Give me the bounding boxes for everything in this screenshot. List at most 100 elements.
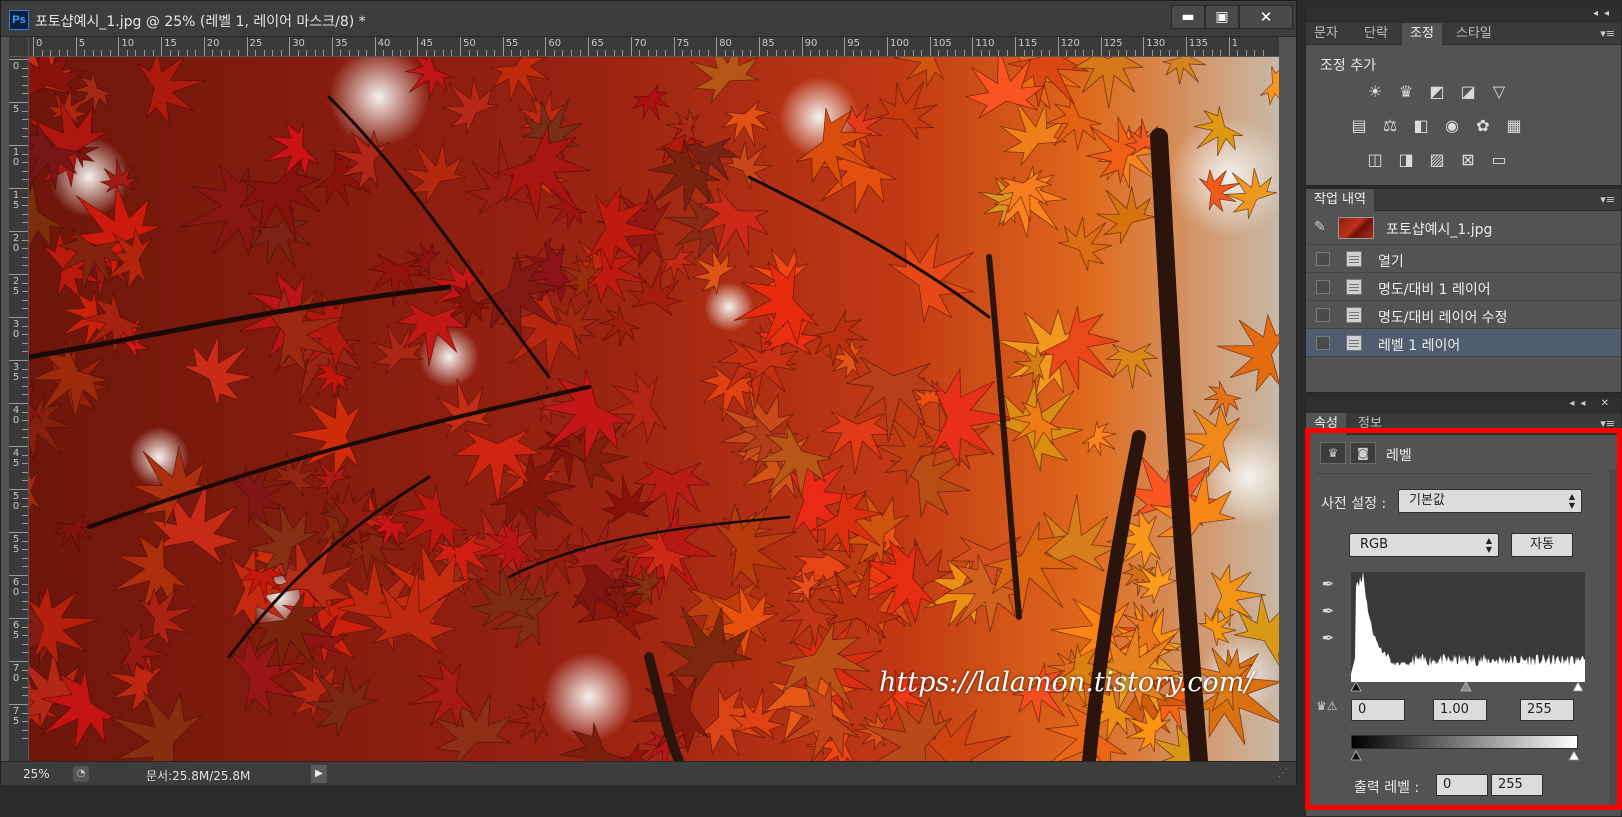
levels-icon[interactable]: ♛ xyxy=(1395,80,1417,102)
ruler-tick xyxy=(1057,37,1059,56)
tab-info[interactable]: 정보 xyxy=(1350,413,1390,435)
selective-color-icon[interactable]: ⊠ xyxy=(1457,148,1479,170)
ruler-minor-tick xyxy=(22,222,28,224)
output-white-field[interactable]: 255 xyxy=(1491,774,1543,796)
ruler-minor-tick xyxy=(22,136,28,138)
ruler-tick xyxy=(417,37,419,56)
output-white-handle[interactable] xyxy=(1568,750,1580,761)
black-white-icon[interactable]: ◧ xyxy=(1410,114,1432,136)
invert-icon[interactable]: ◫ xyxy=(1364,148,1386,170)
exposure-icon[interactable]: ◪ xyxy=(1457,80,1479,102)
properties-scrollbar[interactable] xyxy=(1609,469,1619,809)
input-levels-slider[interactable] xyxy=(1351,680,1585,692)
input-white-field[interactable]: 255 xyxy=(1520,699,1574,721)
tab-paragraph[interactable]: 단락 xyxy=(1356,23,1396,45)
input-gamma-field[interactable]: 1.00 xyxy=(1433,699,1487,721)
color-balance-icon[interactable]: ⚖ xyxy=(1379,114,1401,136)
collapse-icon[interactable]: ◂◂ xyxy=(1593,8,1615,19)
preset-select[interactable]: 기본값 ▲ ▼ xyxy=(1398,489,1582,513)
auto-button[interactable]: 자동 xyxy=(1511,533,1573,557)
input-white-handle[interactable] xyxy=(1572,681,1584,692)
image-canvas[interactable]: https://lalamon.tistory.com/ xyxy=(29,57,1279,761)
ruler-minor-tick xyxy=(989,50,991,56)
gray-eyedropper-icon[interactable]: ✒ xyxy=(1318,602,1338,622)
ruler-minor-tick xyxy=(50,50,52,56)
vertical-ruler[interactable]: 0 5 10 15 20 25 30 35 40 45 50 55 60 65 70 75 xyxy=(9,57,29,761)
ruler-label: 60 xyxy=(12,577,20,598)
panel-collapse-strip[interactable]: ◂◂ ✕ xyxy=(1306,397,1621,413)
minimize-button[interactable]: ▬ xyxy=(1171,5,1205,29)
ruler-minor-tick xyxy=(22,394,28,396)
tab-history[interactable]: 작업 내역 xyxy=(1306,189,1374,211)
close-button[interactable]: ✕ xyxy=(1239,5,1293,29)
tab-character[interactable]: 문자 xyxy=(1306,23,1346,45)
ruler-label: 75 xyxy=(676,38,690,49)
input-gamma-handle[interactable] xyxy=(1460,681,1472,692)
ruler-minor-tick xyxy=(22,213,28,215)
ruler-minor-tick xyxy=(22,497,28,499)
threshold-icon[interactable]: ▨ xyxy=(1426,148,1448,170)
maximize-button[interactable]: ▣ xyxy=(1205,5,1239,29)
panel-menu-icon[interactable]: ▾≡ xyxy=(1600,193,1615,206)
ruler-tick xyxy=(1228,37,1230,56)
resize-grip-icon[interactable]: ⋰ xyxy=(1278,768,1292,782)
curves-icon[interactable]: ◩ xyxy=(1426,80,1448,102)
brightness-icon[interactable]: ☀ xyxy=(1364,80,1386,102)
ruler-minor-tick xyxy=(1194,50,1196,56)
color-lookup-icon[interactable]: ▦ xyxy=(1503,114,1525,136)
output-black-handle[interactable] xyxy=(1351,750,1362,761)
document-icon xyxy=(1346,307,1362,323)
ruler-minor-tick xyxy=(22,308,28,310)
history-item-brightness-modify[interactable]: 명도/대비 레이어 수정 xyxy=(1306,301,1621,329)
output-levels-slider[interactable] xyxy=(1351,749,1585,761)
status-menu-arrow-icon[interactable]: ▶ xyxy=(311,765,327,783)
tab-adjustments[interactable]: 조정 xyxy=(1402,23,1442,45)
collapse-icon[interactable]: ◂◂ ✕ xyxy=(1569,398,1615,409)
layer-mask-icon[interactable]: ◙ xyxy=(1350,442,1376,464)
zoom-level[interactable]: 25% xyxy=(23,767,50,781)
gradient-map-icon[interactable]: ▭ xyxy=(1488,148,1510,170)
hue-saturation-icon[interactable]: ▤ xyxy=(1348,114,1370,136)
levels-adjustment-icon[interactable]: ♛ xyxy=(1320,442,1346,464)
history-snapshot[interactable]: ✎ 포토샵예시_1.jpg xyxy=(1306,211,1621,245)
ruler-label: 45 xyxy=(12,448,20,469)
posterize-icon[interactable]: ◨ xyxy=(1395,148,1417,170)
ruler-origin[interactable] xyxy=(9,37,29,57)
history-source-checkbox[interactable] xyxy=(1316,308,1330,322)
status-info-icon[interactable]: ◔ xyxy=(73,766,89,782)
ruler-tick xyxy=(545,37,547,56)
ruler-minor-tick xyxy=(451,50,453,56)
history-brush-icon[interactable]: ✎ xyxy=(1314,219,1326,235)
white-eyedropper-icon[interactable]: ✒ xyxy=(1318,629,1338,649)
tab-styles[interactable]: 스타일 xyxy=(1448,23,1500,45)
input-black-field[interactable]: 0 xyxy=(1351,699,1405,721)
tab-properties[interactable]: 속성 xyxy=(1306,413,1346,435)
channel-select[interactable]: RGB ▲ ▼ xyxy=(1349,533,1499,557)
ruler-tick xyxy=(9,661,28,662)
ruler-tick xyxy=(75,37,77,56)
history-source-checkbox[interactable] xyxy=(1316,280,1330,294)
history-item-open[interactable]: 열기 xyxy=(1306,245,1621,273)
clipping-warning-icon[interactable]: ♛⚠ xyxy=(1316,699,1338,713)
panel-menu-icon[interactable]: ▾≡ xyxy=(1600,27,1615,40)
history-source-checkbox[interactable] xyxy=(1316,252,1330,266)
ruler-tick xyxy=(844,37,846,56)
history-source-checkbox[interactable] xyxy=(1316,336,1330,350)
ruler-minor-tick xyxy=(84,50,86,56)
photo-filter-icon[interactable]: ◉ xyxy=(1441,114,1463,136)
horizontal-ruler[interactable]: 0 5 10 15 20 25 30 35 40 45 50 55 60 65 70 75 80 85 90 95 10… xyxy=(29,37,1279,57)
ruler-minor-tick xyxy=(562,50,564,56)
ruler-minor-tick xyxy=(41,50,43,56)
ruler-minor-tick xyxy=(22,196,28,198)
panel-collapse-strip[interactable]: ◂◂ xyxy=(1306,7,1621,23)
document-title-bar[interactable]: Ps 포토샵예시_1.jpg @ 25% (레벨 1, 레이어 마스크/8) *… xyxy=(1,1,1296,37)
channel-mixer-icon[interactable]: ✿ xyxy=(1472,114,1494,136)
ruler-minor-tick xyxy=(810,50,812,56)
history-item-brightness-layer[interactable]: 명도/대비 1 레이어 xyxy=(1306,273,1621,301)
vibrance-icon[interactable]: ▽ xyxy=(1488,80,1510,102)
output-black-field[interactable]: 0 xyxy=(1436,774,1488,796)
history-item-levels-layer[interactable]: 레벨 1 레이어 xyxy=(1306,329,1621,357)
panel-menu-icon[interactable]: ▾≡ xyxy=(1600,417,1615,430)
black-eyedropper-icon[interactable]: ✒ xyxy=(1318,575,1338,595)
input-black-handle[interactable] xyxy=(1351,681,1362,692)
